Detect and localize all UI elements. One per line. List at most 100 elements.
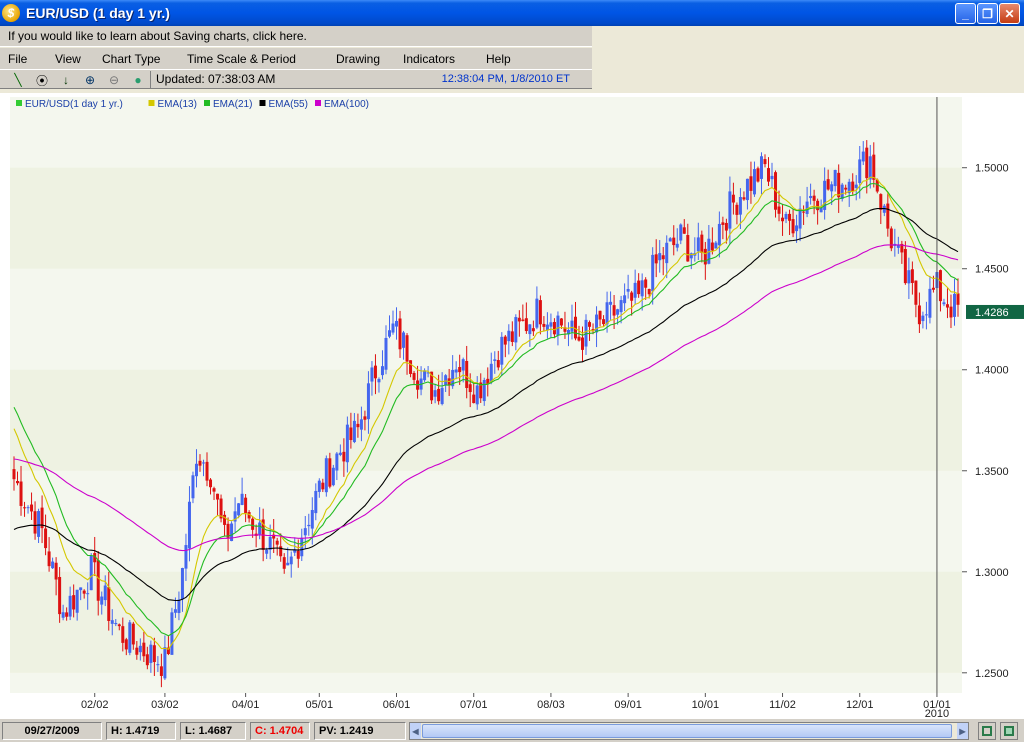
- candle-body: [314, 490, 318, 514]
- candle-body: [100, 596, 104, 605]
- candle-body: [914, 280, 918, 305]
- x-tick-label: 09/01: [614, 699, 642, 711]
- scrollbar-thumb[interactable]: [422, 724, 952, 738]
- legend-label: EUR/USD(1 day 1 yr.): [25, 99, 123, 110]
- candle-body: [131, 623, 135, 645]
- legend-label: EMA(100): [324, 99, 369, 110]
- candle-body: [507, 330, 511, 342]
- candle-body: [640, 280, 644, 297]
- x-tick-label: 11/02: [769, 699, 796, 711]
- crosshair-icon[interactable]: ⦿: [34, 72, 50, 88]
- legend-swatch: [315, 100, 321, 106]
- candle-body: [107, 587, 111, 621]
- candle-body: [58, 576, 62, 615]
- candle-body: [356, 423, 360, 428]
- candle-body: [686, 235, 690, 262]
- candle-body: [630, 292, 634, 301]
- candle-body: [844, 187, 848, 190]
- candle-body: [173, 609, 177, 613]
- y-tick-label: 1.2500: [975, 668, 1009, 680]
- legend-swatch: [16, 100, 22, 106]
- candle-body: [310, 509, 314, 529]
- candle-body: [517, 317, 521, 322]
- candle-body: [184, 545, 188, 569]
- price-chart[interactable]: 1.5000 1.4500 1.4000 1.3500 1.3000 1.2500 02/0…: [0, 93, 1024, 720]
- candle-body: [37, 511, 41, 537]
- candle-body: [619, 300, 623, 313]
- candle-body: [616, 309, 620, 315]
- time-scrollbar[interactable]: ◀ ▶: [409, 722, 969, 740]
- candle-body: [809, 195, 813, 199]
- minimize-button[interactable]: _: [955, 3, 976, 24]
- info-banner[interactable]: If you would like to learn about Saving …: [0, 26, 592, 47]
- draw-line-icon[interactable]: ╲: [10, 72, 26, 88]
- candle-body: [952, 293, 956, 317]
- info-banner-text[interactable]: If you would like to learn about Saving …: [8, 29, 307, 43]
- candle-body: [19, 481, 23, 506]
- candle-body: [724, 222, 728, 231]
- layout-button-1[interactable]: [978, 722, 996, 740]
- candle-body: [121, 626, 125, 643]
- menu-drawing[interactable]: Drawing: [336, 52, 380, 66]
- candle-body: [731, 194, 735, 203]
- candle-body: [75, 589, 79, 613]
- menu-view[interactable]: View: [55, 52, 81, 66]
- y-tick-label: 1.4000: [975, 365, 1009, 377]
- chart-panel[interactable]: 1.5000 1.4500 1.4000 1.3500 1.3000 1.2500 02/0…: [0, 93, 1024, 720]
- menu-help[interactable]: Help: [486, 52, 511, 66]
- candle-body: [868, 156, 872, 180]
- candle-body: [366, 383, 370, 420]
- restore-icon: ❐: [982, 6, 993, 21]
- candle-body: [549, 322, 553, 327]
- candle-body: [496, 360, 500, 368]
- candle-body: [363, 416, 367, 420]
- candle-body: [72, 595, 76, 610]
- zoom-out-icon[interactable]: ⊖: [106, 72, 122, 88]
- candle-body: [703, 248, 707, 265]
- candle-body: [409, 360, 413, 374]
- menu-chart-type[interactable]: Chart Type: [102, 52, 160, 66]
- zoom-in-icon[interactable]: ⊕: [82, 72, 98, 88]
- grid-band: [10, 167, 962, 269]
- close-icon: ✕: [1004, 6, 1015, 21]
- app-window: $ EUR/USD (1 day 1 yr.) _ ❐ ✕ If you wou…: [0, 0, 1024, 742]
- candle-body: [289, 556, 293, 565]
- status-low: L: 1.4687: [180, 722, 246, 740]
- candle-body: [61, 612, 65, 618]
- close-button[interactable]: ✕: [999, 3, 1020, 24]
- candle-body: [163, 647, 167, 679]
- candle-body: [398, 318, 402, 350]
- candle-body: [840, 184, 844, 199]
- candle-body: [26, 507, 30, 509]
- title-bar[interactable]: $ EUR/USD (1 day 1 yr.) _ ❐ ✕: [0, 0, 1024, 26]
- candle-body: [759, 156, 763, 179]
- menu-file[interactable]: File: [8, 52, 27, 66]
- candle-body: [770, 175, 774, 180]
- candle-body: [335, 453, 339, 471]
- candle-body: [570, 320, 574, 332]
- scroll-left-icon[interactable]: ◀: [410, 723, 421, 739]
- status-date: 09/27/2009: [2, 722, 102, 740]
- candle-body: [331, 467, 335, 486]
- candle-body: [138, 645, 142, 653]
- status-high: H: 1.4719: [106, 722, 176, 740]
- restore-button[interactable]: ❐: [977, 3, 998, 24]
- candle-body: [752, 169, 756, 195]
- layout-button-2[interactable]: [1000, 722, 1018, 740]
- scroll-right-icon[interactable]: ▶: [957, 723, 968, 739]
- candle-body: [861, 151, 865, 162]
- candle-body: [237, 503, 241, 516]
- menu-time-scale[interactable]: Time Scale & Period: [187, 52, 296, 66]
- candle-body: [777, 206, 781, 214]
- candle-body: [581, 337, 585, 350]
- refresh-icon[interactable]: ●: [130, 72, 146, 88]
- menu-indicators[interactable]: Indicators: [403, 52, 455, 66]
- candle-body: [714, 242, 718, 249]
- candle-body: [910, 269, 914, 283]
- candle-body: [528, 324, 532, 335]
- window-tile-icon: [1004, 726, 1014, 736]
- candle-body: [654, 254, 658, 264]
- down-arrow-icon[interactable]: ↓: [58, 72, 74, 88]
- toolbar: ╲ ⦿ ↓ ⊕ ⊖ ● Updated: 07:38:03 AM 12:38:0…: [0, 69, 592, 89]
- candle-body: [903, 248, 907, 284]
